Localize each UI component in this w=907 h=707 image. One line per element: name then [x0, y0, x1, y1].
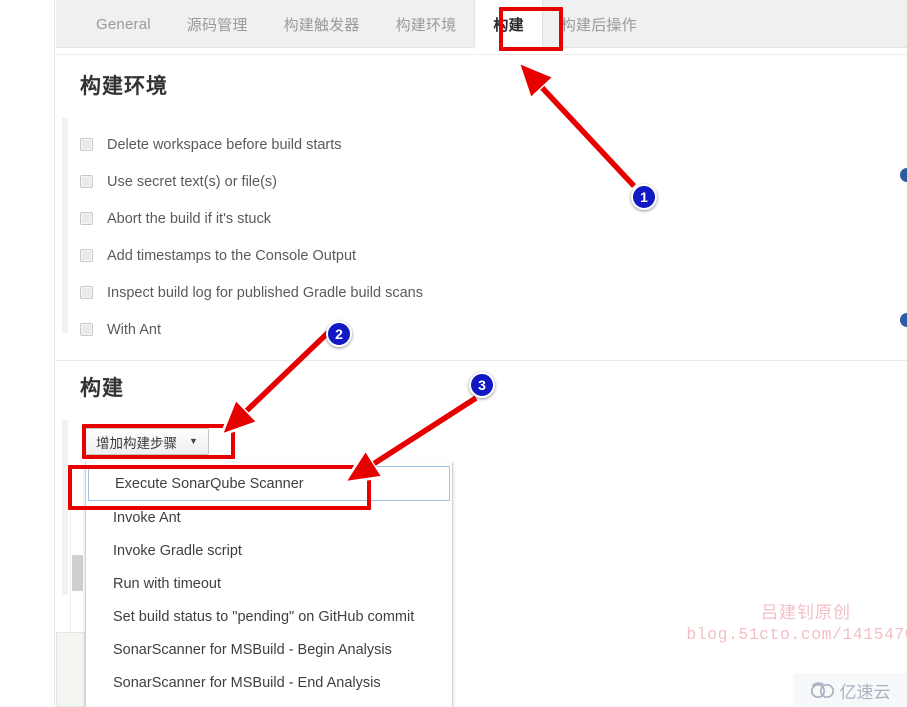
add-build-step-label: 增加构建步骤 — [96, 435, 177, 451]
checkbox-row[interactable]: With Ant — [80, 311, 600, 348]
tab-label: 构建 — [493, 16, 524, 34]
tab-build[interactable]: 构建 — [474, 0, 543, 49]
menu-item-label: Run with timeout — [113, 575, 221, 592]
tab-label: General — [96, 15, 151, 33]
menu-item-execute-windows-batch-command[interactable]: 执行 Windows 批处理命令 — [86, 699, 452, 707]
tab-label: 源码管理 — [186, 16, 248, 34]
chevron-down-icon: ▼ — [189, 436, 198, 446]
build-environment-checkbox-list: Delete workspace before build starts Use… — [80, 126, 600, 348]
menu-item-sonarscanner-msbuild-end[interactable]: SonarScanner for MSBuild - End Analysis — [86, 666, 452, 699]
help-icon[interactable] — [900, 313, 907, 327]
menu-item-execute-sonarqube-scanner[interactable]: Execute SonarQube Scanner — [88, 466, 450, 501]
section-indent-bar — [62, 118, 68, 333]
config-tab-bar: General 源码管理 构建触发器 构建环境 构建 构建后操作 — [56, 0, 907, 49]
menu-item-label: Execute SonarQube Scanner — [115, 475, 304, 492]
add-build-step-menu: Execute SonarQube Scanner Invoke Ant Inv… — [85, 462, 453, 707]
menu-item-label: Set build status to "pending" on GitHub … — [113, 608, 415, 625]
tabbar-underline — [56, 54, 907, 55]
menu-item-label: SonarScanner for MSBuild - End Analysis — [113, 674, 381, 691]
help-icon[interactable] — [900, 168, 907, 182]
menu-item-sonarscanner-msbuild-begin[interactable]: SonarScanner for MSBuild - Begin Analysi… — [86, 633, 452, 666]
checkbox-label: Add timestamps to the Console Output — [107, 247, 357, 264]
tab-label: 构建触发器 — [283, 16, 360, 34]
configuration-content: General 源码管理 构建触发器 构建环境 构建 构建后操作 构建环境 De… — [56, 0, 907, 707]
checkbox-abort-if-stuck[interactable] — [80, 212, 93, 225]
site-logo-text: 亿速云 — [839, 682, 891, 702]
tab-list: General 源码管理 构建触发器 构建环境 构建 构建后操作 — [78, 0, 655, 49]
section-indent-bar — [62, 420, 68, 595]
section-title-build-environment: 构建环境 — [80, 75, 168, 98]
menu-item-invoke-ant[interactable]: Invoke Ant — [86, 501, 452, 534]
checkbox-add-timestamps[interactable] — [80, 249, 93, 262]
checkbox-label: Delete workspace before build starts — [107, 136, 342, 153]
tab-build-triggers[interactable]: 构建触发器 — [266, 0, 378, 48]
checkbox-row[interactable]: Abort the build if it's stuck — [80, 200, 600, 237]
add-build-step-button[interactable]: 增加构建步骤 ▼ — [85, 428, 209, 455]
watermark-line-1: 吕建钊原创 — [761, 603, 851, 622]
checkbox-label: Abort the build if it's stuck — [107, 210, 271, 227]
checkbox-label: Use secret text(s) or file(s) — [107, 173, 277, 190]
menu-item-set-build-status-pending[interactable]: Set build status to "pending" on GitHub … — [86, 600, 452, 633]
checkbox-row[interactable]: Use secret text(s) or file(s) — [80, 163, 600, 200]
checkbox-row[interactable]: Inspect build log for published Gradle b… — [80, 274, 600, 311]
checkbox-label: With Ant — [107, 321, 161, 338]
checkbox-label: Inspect build log for published Gradle b… — [107, 284, 423, 301]
checkbox-row[interactable]: Delete workspace before build starts — [80, 126, 600, 163]
scrollbar-thumb[interactable] — [72, 555, 83, 591]
tab-build-environment[interactable]: 构建环境 — [378, 0, 475, 48]
tab-label: 构建后操作 — [560, 16, 637, 34]
checkbox-row[interactable]: Add timestamps to the Console Output — [80, 237, 600, 274]
configuration-page: General 源码管理 构建触发器 构建环境 构建 构建后操作 构建环境 De… — [0, 0, 907, 707]
tab-general[interactable]: General — [78, 0, 169, 48]
panel-edge-line — [70, 512, 71, 632]
secondary-panel — [56, 632, 85, 707]
watermark-line-2: blog.51cto.com/14154700 — [686, 625, 907, 644]
menu-item-run-with-timeout[interactable]: Run with timeout — [86, 567, 452, 600]
menu-item-label: Invoke Gradle script — [113, 542, 242, 559]
watermark: 吕建钊原创 blog.51cto.com/14154700 — [656, 602, 907, 646]
checkbox-delete-workspace[interactable] — [80, 138, 93, 151]
tab-source-code-management[interactable]: 源码管理 — [169, 0, 266, 48]
tab-label: 构建环境 — [395, 16, 457, 34]
checkbox-use-secret-text[interactable] — [80, 175, 93, 188]
checkbox-inspect-gradle-scans[interactable] — [80, 286, 93, 299]
section-divider — [56, 360, 907, 361]
menu-item-invoke-gradle-script[interactable]: Invoke Gradle script — [86, 534, 452, 567]
page-left-gutter — [0, 0, 55, 707]
menu-item-label: Invoke Ant — [113, 509, 181, 526]
site-logo: 亿速云 — [793, 673, 907, 707]
checkbox-with-ant[interactable] — [80, 323, 93, 336]
menu-item-label: SonarScanner for MSBuild - Begin Analysi… — [113, 641, 392, 658]
tab-post-build-actions[interactable]: 构建后操作 — [543, 0, 655, 48]
cloud-icon — [810, 681, 836, 699]
section-title-build: 构建 — [80, 377, 124, 400]
